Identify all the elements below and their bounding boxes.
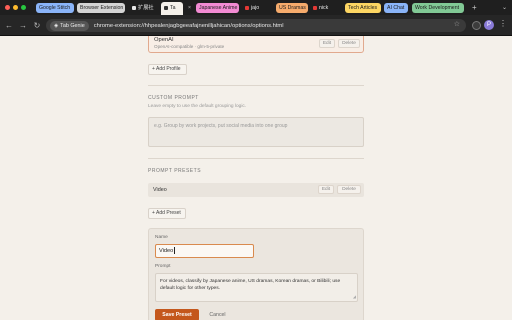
cancel-button[interactable]: Cancel (204, 309, 231, 320)
window-controls (5, 5, 26, 10)
tab-group-google-stitch[interactable]: Google Stitch (36, 3, 74, 13)
section-divider (148, 158, 364, 159)
text-caret (173, 247, 175, 255)
preset-editor-panel: Name Video Prompt For videos, classify b… (148, 228, 364, 320)
tab-group-browser-extension[interactable]: Browser Extension (77, 3, 125, 13)
new-tab-plus-icon[interactable]: + (472, 3, 477, 13)
custom-prompt-hint: Leave empty to use the default grouping … (148, 104, 247, 109)
tab-label: AI Chat (387, 5, 405, 11)
video-favicon-icon (313, 5, 317, 10)
provider-name: OpenAI (154, 37, 174, 43)
avatar-letter: P (486, 22, 491, 28)
custom-prompt-textarea[interactable]: e.g. Group by work projects, put social … (148, 117, 364, 147)
preset-edit-button[interactable]: Edit (318, 185, 334, 194)
site-chip-label: Tab Genie (60, 22, 85, 29)
preset-prompt-textarea[interactable]: For videos, classify by Japanese anime, … (155, 273, 358, 302)
back-arrow-icon[interactable]: ← (4, 20, 14, 31)
name-field-label: Name (155, 235, 168, 240)
resize-handle-icon[interactable]: ◢ (353, 293, 356, 300)
add-profile-button[interactable]: + Add Profile (148, 64, 187, 75)
browser-menu-icon[interactable]: ⋮ (499, 19, 507, 28)
extensions-icon[interactable] (472, 21, 481, 30)
tab-label: 扩展社 (138, 5, 154, 11)
tab-label: Ta (170, 5, 176, 11)
provider-profile-card: OpenAI OpenAI-compatible · glm-5-private… (148, 36, 364, 53)
tab-strip: Google Stitch Browser Extension 扩展社 Ta ×… (0, 0, 512, 15)
puzzle-icon: ◈ (54, 22, 59, 29)
video-favicon-icon (245, 5, 249, 10)
preset-name-input[interactable]: Video (155, 244, 254, 258)
preset-delete-button[interactable]: Delete (337, 185, 361, 194)
preset-item-video: Video Edit Delete (148, 183, 364, 197)
close-window-button[interactable] (5, 5, 10, 10)
save-preset-button[interactable]: Save Preset (155, 309, 199, 320)
tab-group-us-dramas[interactable]: US Dramas (276, 3, 308, 13)
zoom-window-button[interactable] (21, 5, 26, 10)
reload-icon[interactable]: ↻ (32, 20, 42, 31)
tab-label: US Dramas (279, 5, 306, 11)
tab-nick[interactable]: nick (310, 3, 342, 13)
prompt-field-label: Prompt (155, 264, 171, 269)
tab-group-ai-chat[interactable]: AI Chat (384, 3, 408, 13)
provider-edit-button[interactable]: Edit (319, 39, 335, 48)
tab-tab-genie-options[interactable]: Ta (161, 2, 183, 15)
tab-group-japanese-anime[interactable]: Japanese Anime (196, 3, 239, 13)
custom-prompt-placeholder: e.g. Group by work projects, put social … (154, 123, 288, 129)
tab-group-tech-articles[interactable]: Tech Articles (345, 3, 381, 13)
profile-avatar[interactable]: P (484, 20, 494, 30)
add-preset-button[interactable]: + Add Preset (148, 208, 186, 219)
tab-label: Google Stitch (39, 5, 71, 11)
browser-toolbar: ← → ↻ ◈ Tab Genie chrome-extension://hhpe… (0, 15, 512, 36)
preset-name-value: Video (159, 248, 174, 254)
bookmark-star-icon[interactable]: ☆ (454, 20, 460, 28)
provider-delete-button[interactable]: Delete (338, 39, 360, 48)
tab-search-chevron-icon[interactable]: ⌄ (502, 3, 507, 13)
section-divider (148, 85, 364, 86)
prompt-presets-heading: PROMPT PRESETS (148, 168, 202, 174)
url-text: chrome-extension://hhpealenjagbgeeafajne… (93, 22, 284, 29)
tab-label: Japanese Anime (199, 5, 238, 11)
home-icon (132, 5, 136, 10)
tab-group-work-development[interactable]: Work Development (412, 3, 464, 13)
options-page: OpenAI OpenAI-compatible · glm-5-private… (0, 36, 512, 320)
tab-label: Browser Extension (80, 5, 124, 11)
preset-prompt-value: For videos, classify by Japanese anime, … (160, 279, 341, 291)
tab-label: nick (319, 5, 329, 11)
extension-favicon-icon (164, 5, 168, 10)
preset-name: Video (153, 187, 167, 193)
site-info-chip[interactable]: ◈ Tab Genie (50, 20, 89, 31)
tab-label: jajo (251, 5, 260, 11)
custom-prompt-heading: CUSTOM PROMPT (148, 95, 199, 101)
provider-subtitle: OpenAI-compatible · glm-5-private (154, 44, 225, 49)
tab-label: Tech Articles (348, 5, 378, 11)
tab-close-icon[interactable]: × (185, 3, 193, 13)
forward-arrow-icon[interactable]: → (18, 20, 28, 31)
address-bar[interactable]: ◈ Tab Genie chrome-extension://hhpealenja… (46, 19, 466, 32)
tab-label: Work Development (415, 5, 460, 11)
tab-kuozhan[interactable]: 扩展社 (129, 3, 159, 13)
minimize-window-button[interactable] (13, 5, 18, 10)
tab-jajo[interactable]: jajo (242, 3, 272, 13)
